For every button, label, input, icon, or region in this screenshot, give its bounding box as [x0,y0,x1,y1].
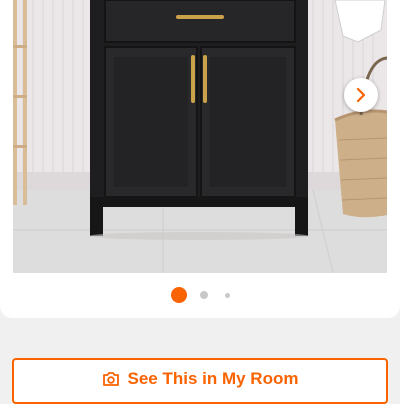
see-in-my-room-button[interactable]: See This in My Room [12,358,388,404]
carousel-pagination [0,286,400,304]
carousel-dot-active[interactable] [170,287,187,303]
product-image[interactable] [13,0,387,273]
carousel-dot[interactable] [224,292,230,298]
chevron-right-icon [356,87,366,103]
product-card [0,0,400,318]
carousel-dot[interactable] [199,291,208,299]
see-in-my-room-label: See This in My Room [127,369,299,388]
camera-icon [102,371,120,387]
vanity-photo [13,0,387,273]
next-image-button[interactable] [344,78,378,112]
